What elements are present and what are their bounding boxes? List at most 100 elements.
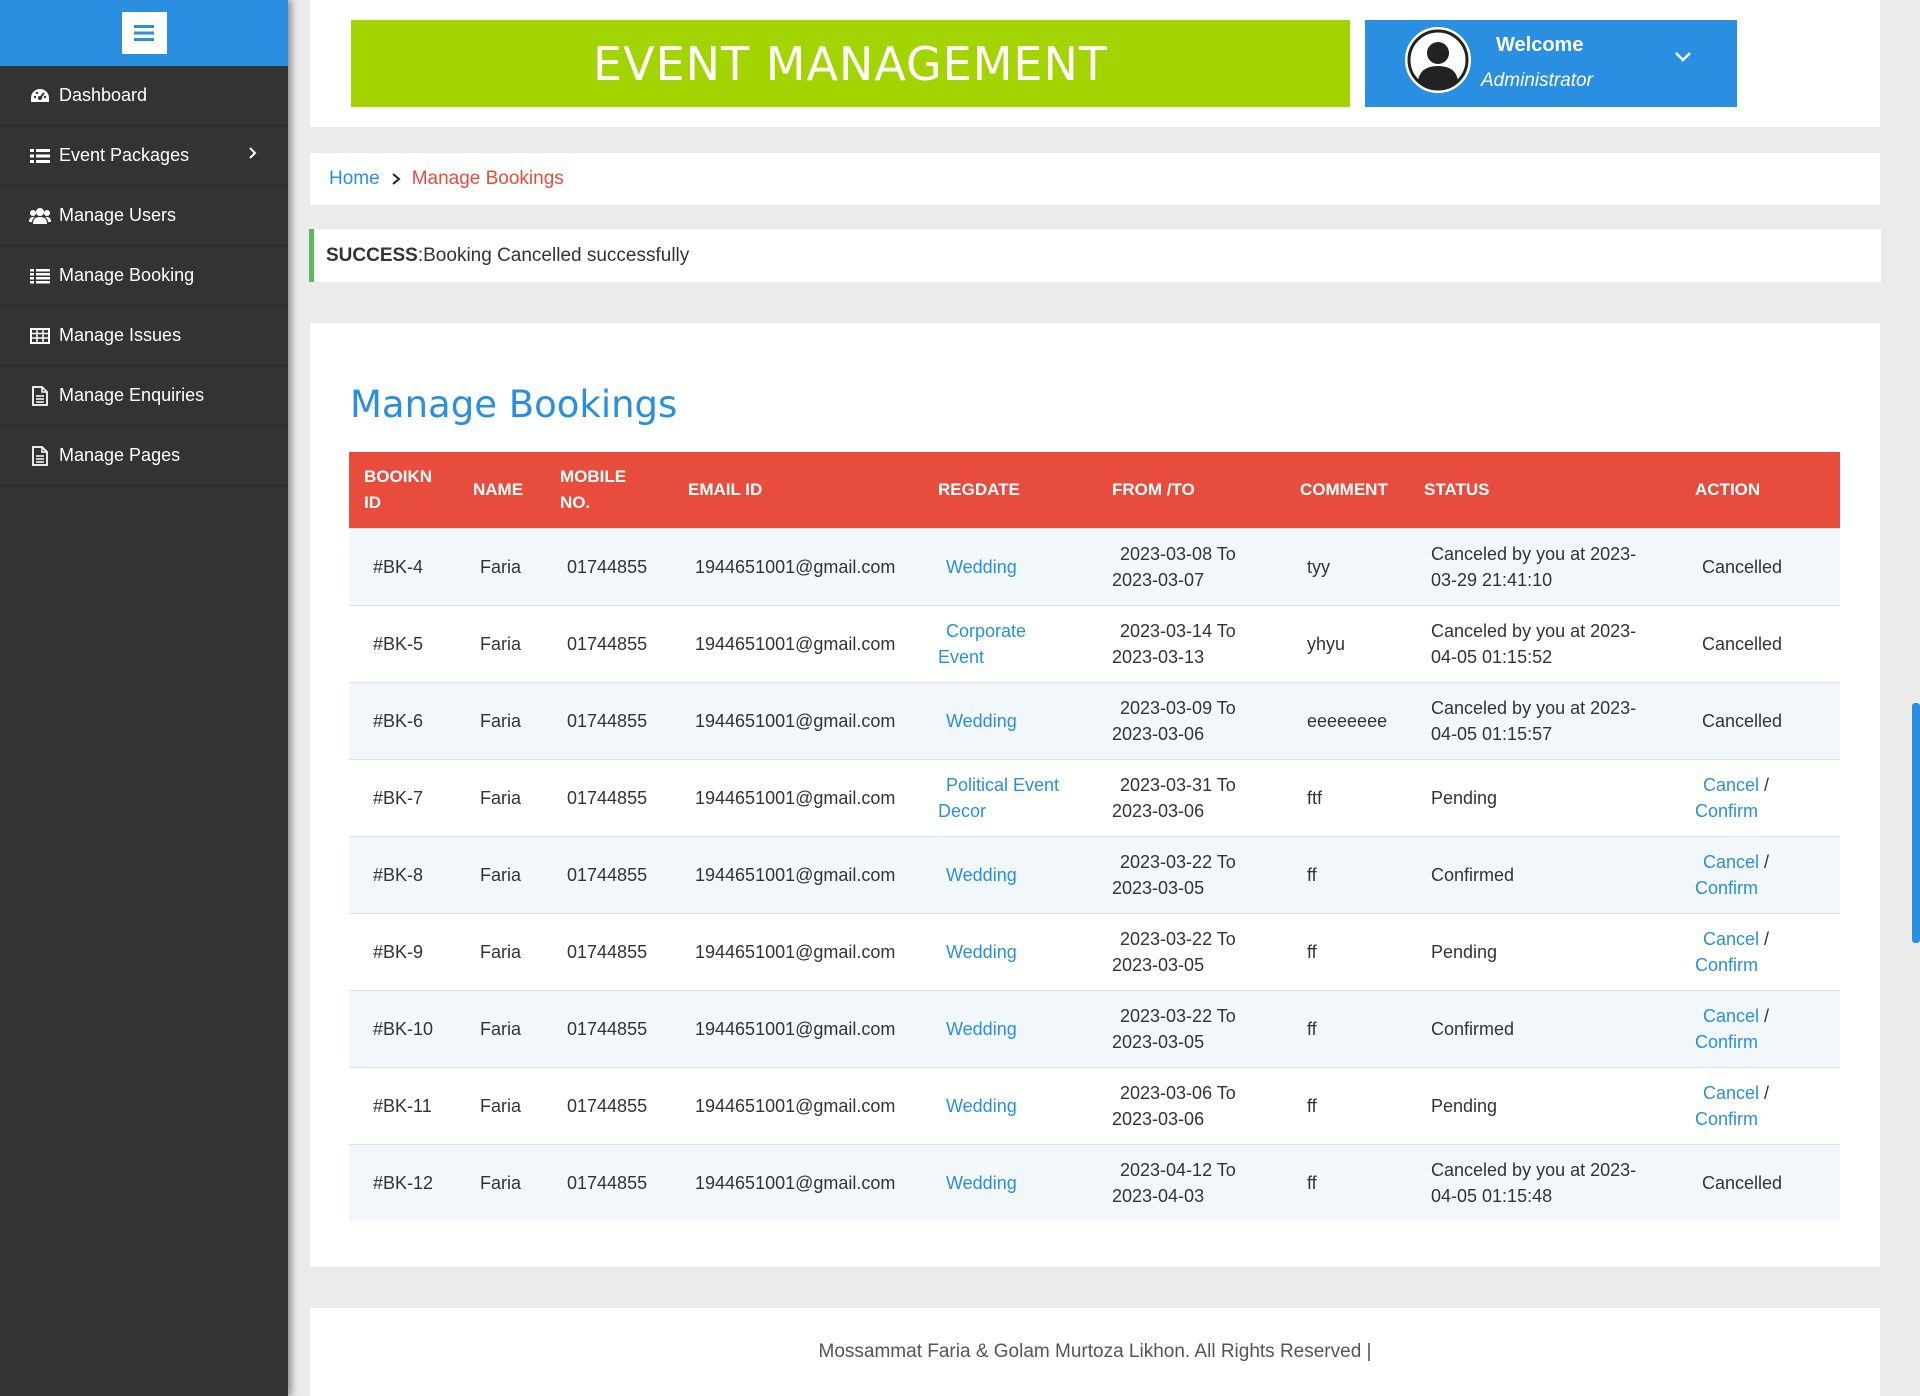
sidebar-item-manage-enquiries[interactable]: Manage Enquiries (0, 366, 288, 426)
booking-id-cell: #BK-8 (349, 835, 458, 913)
table-row: #BK-8 Faria 01744855 1944651001@gmail.com We… (349, 835, 1840, 913)
status-cell: Confirmed (1409, 835, 1680, 913)
status-cell: Pending (1409, 1066, 1680, 1144)
sidebar-item-label: Manage Issues (59, 325, 182, 345)
table-row: #BK-6 Faria 01744855 1944651001@gmail.com We… (349, 681, 1840, 759)
to-date: 2023-03-05 (1112, 954, 1205, 975)
chevron-down-icon (1673, 50, 1693, 69)
dashboard-icon (29, 85, 51, 107)
event-package-link[interactable]: Wedding (946, 865, 1017, 885)
menu-toggle-button[interactable] (121, 12, 167, 54)
chevron-right-icon (248, 144, 258, 165)
status-cell: Confirmed (1409, 989, 1680, 1067)
event-package-link[interactable]: Wedding (946, 1096, 1017, 1116)
email-cell: 1944651001@gmail.com (673, 1066, 923, 1144)
table-icon (29, 325, 51, 347)
sidebar-item-manage-users[interactable]: Manage Users (0, 186, 288, 246)
column-header-regdate: REGDATE (938, 479, 1020, 499)
from-date: 2023-03-14 To (1120, 620, 1236, 641)
email-cell: 1944651001@gmail.com (673, 1143, 923, 1221)
mobile-cell: 01744855 (545, 1143, 673, 1221)
comment-cell: ff (1285, 912, 1409, 990)
scrollbar-thumb[interactable] (1912, 703, 1920, 943)
cancel-booking-link[interactable]: Cancel (1703, 929, 1759, 949)
brand-title: EVENT MANAGEMENT (351, 20, 1350, 107)
page-title: Manage Bookings (350, 383, 678, 426)
sidebar-item-label: Manage Pages (59, 445, 181, 465)
column-header-mobile: MOBILE NO. (560, 466, 627, 512)
table-row: #BK-11 Faria 01744855 1944651001@gmail.com W… (349, 1066, 1840, 1144)
cancel-booking-link[interactable]: Cancel (1703, 775, 1759, 795)
to-date: 2023-03-07 (1112, 569, 1205, 590)
welcome-title: Welcome (1496, 34, 1584, 56)
confirm-booking-link[interactable]: Confirm (1695, 801, 1758, 821)
column-header-booking-id: BOOIKN ID (364, 466, 432, 512)
mobile-cell: 01744855 (545, 681, 673, 759)
cancel-booking-link[interactable]: Cancel (1703, 1083, 1759, 1103)
event-package-link[interactable]: Wedding (946, 1173, 1017, 1193)
sidebar-item-manage-issues[interactable]: Manage Issues (0, 306, 288, 366)
event-package-link[interactable]: Corporate Event (938, 621, 1026, 667)
from-date: 2023-03-22 To (1120, 1005, 1236, 1026)
from-date: 2023-03-09 To (1120, 697, 1236, 718)
sidebar-item-label: Dashboard (59, 85, 148, 105)
confirm-booking-link[interactable]: Confirm (1695, 955, 1758, 975)
comment-cell: ftf (1285, 758, 1409, 836)
breadcrumb-home-link[interactable]: Home (329, 168, 380, 190)
cancel-booking-link[interactable]: Cancel (1703, 852, 1759, 872)
status-cell: Pending (1409, 758, 1680, 836)
sidebar-item-event-packages[interactable]: Event Packages (0, 126, 288, 186)
event-package-link[interactable]: Political Event Decor (938, 775, 1059, 821)
user-menu-dropdown[interactable]: Welcome Administrator (1365, 20, 1737, 107)
event-package-link[interactable]: Wedding (946, 711, 1017, 731)
sidebar-header (0, 0, 288, 66)
to-date: 2023-03-06 (1112, 723, 1205, 744)
footer: Mossammat Faria & Golam Murtoza Likhon. … (310, 1308, 1880, 1396)
to-date: 2023-04-03 (1112, 1185, 1205, 1206)
document-icon (29, 385, 51, 407)
email-cell: 1944651001@gmail.com (673, 681, 923, 759)
mobile-cell: 01744855 (545, 912, 673, 990)
list-icon (29, 265, 51, 287)
users-icon (29, 205, 51, 227)
event-package-link[interactable]: Wedding (946, 1019, 1017, 1039)
sidebar-item-dashboard[interactable]: Dashboard (0, 66, 288, 126)
status-cell: Canceled by you at 2023-04-05 01:15:57 (1409, 681, 1680, 759)
comment-cell: ff (1285, 1143, 1409, 1221)
to-date: 2023-03-06 (1112, 800, 1205, 821)
main-area: EVENT MANAGEMENT Welcome Administrator H… (288, 0, 1920, 1396)
email-cell: 1944651001@gmail.com (673, 912, 923, 990)
table-row: #BK-5 Faria 01744855 1944651001@gmail.com Co… (349, 604, 1840, 682)
action-cell: Cancelled (1680, 527, 1840, 605)
mobile-cell: 01744855 (545, 527, 673, 605)
event-package-link[interactable]: Wedding (946, 557, 1017, 577)
confirm-booking-link[interactable]: Confirm (1695, 1032, 1758, 1052)
mobile-cell: 01744855 (545, 758, 673, 836)
sidebar-item-label: Manage Booking (59, 265, 195, 285)
status-cell: Canceled by you at 2023-04-05 01:15:52 (1409, 604, 1680, 682)
action-cell: Cancelled (1680, 604, 1840, 682)
name-cell: Faria (458, 989, 545, 1067)
email-cell: 1944651001@gmail.com (673, 527, 923, 605)
name-cell: Faria (458, 758, 545, 836)
from-date: 2023-03-22 To (1120, 928, 1236, 949)
event-package-link[interactable]: Wedding (946, 942, 1017, 962)
booking-id-cell: #BK-11 (349, 1066, 458, 1144)
hamburger-icon (134, 25, 154, 41)
list-icon (29, 145, 51, 167)
confirm-booking-link[interactable]: Confirm (1695, 878, 1758, 898)
mobile-cell: 01744855 (545, 835, 673, 913)
sidebar-item-manage-booking[interactable]: Manage Booking (0, 246, 288, 306)
booking-id-cell: #BK-5 (349, 604, 458, 682)
confirm-booking-link[interactable]: Confirm (1695, 1109, 1758, 1129)
from-date: 2023-03-06 To (1120, 1082, 1236, 1103)
name-cell: Faria (458, 1143, 545, 1221)
sidebar-item-manage-pages[interactable]: Manage Pages (0, 426, 288, 486)
table-row: #BK-7 Faria 01744855 1944651001@gmail.com Po… (349, 758, 1840, 836)
cancel-booking-link[interactable]: Cancel (1703, 1006, 1759, 1026)
to-date: 2023-03-06 (1112, 1108, 1205, 1129)
from-date: 2023-04-12 To (1120, 1159, 1236, 1180)
status-cell: Canceled by you at 2023-03-29 21:41:10 (1409, 527, 1680, 605)
mobile-cell: 01744855 (545, 604, 673, 682)
booking-id-cell: #BK-10 (349, 989, 458, 1067)
